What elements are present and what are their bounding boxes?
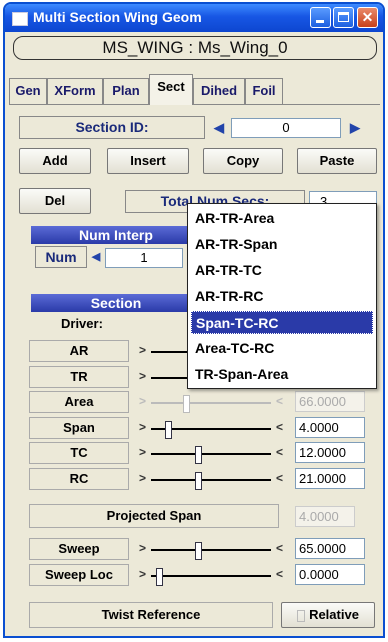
sweep-label: Sweep <box>29 538 129 560</box>
sweep-loc-slider[interactable]: > < <box>139 564 283 586</box>
driver-option-area-tc-rc[interactable]: Area-TC-RC <box>191 337 373 360</box>
twist-reference-label: Twist Reference <box>29 602 273 628</box>
tab-xform[interactable]: XForm <box>47 78 103 104</box>
right-arrow-icon: ▶ <box>350 120 360 135</box>
increase-arrow-icon[interactable]: < <box>276 420 283 434</box>
increase-arrow-icon[interactable]: < <box>276 445 283 459</box>
area-slider[interactable]: > < <box>139 391 283 413</box>
decrease-arrow-icon[interactable]: > <box>139 394 146 408</box>
increase-arrow-icon[interactable]: < <box>276 541 283 555</box>
paste-button[interactable]: Paste <box>297 148 377 174</box>
slider-thumb[interactable] <box>194 471 202 490</box>
tab-dihed[interactable]: Dihed <box>193 78 245 104</box>
rc-value-field[interactable]: 21.0000 <box>295 467 365 489</box>
driver-dropdown-menu: AR-TR-Area AR-TR-Span AR-TR-TC AR-TR-RC … <box>187 203 377 389</box>
relative-checkbox[interactable] <box>297 609 306 622</box>
insert-button[interactable]: Insert <box>107 148 189 174</box>
tc-value-field[interactable]: 12.0000 <box>295 442 365 463</box>
tab-plan[interactable]: Plan <box>103 78 149 104</box>
minimize-icon <box>316 20 324 23</box>
ar-label: AR <box>29 340 129 362</box>
increase-arrow-icon[interactable]: < <box>276 567 283 581</box>
num-interp-input[interactable]: 1 <box>105 248 183 268</box>
increase-arrow-icon[interactable]: < <box>276 394 283 408</box>
decrease-arrow-icon[interactable]: > <box>139 567 146 581</box>
decrease-arrow-icon[interactable]: > <box>139 471 146 485</box>
tab-sect[interactable]: Sect <box>149 74 193 105</box>
section-id-input[interactable]: 0 <box>231 118 341 138</box>
rc-label: RC <box>29 467 129 490</box>
copy-button[interactable]: Copy <box>203 148 283 174</box>
section-id-label: Section ID: <box>19 116 205 139</box>
slider-track <box>151 549 271 551</box>
sweep-slider[interactable]: > < <box>139 538 283 560</box>
slider-track <box>151 478 271 481</box>
delete-button[interactable]: Del <box>19 188 91 214</box>
area-value-field[interactable]: 66.0000 <box>295 391 365 412</box>
slider-track <box>151 402 271 404</box>
driver-option-ar-tr-rc[interactable]: AR-TR-RC <box>191 285 373 308</box>
minimize-button[interactable] <box>310 7 331 28</box>
sweep-loc-label: Sweep Loc <box>29 564 129 586</box>
section-header: Section <box>31 294 201 312</box>
num-label: Num <box>35 246 87 268</box>
add-button[interactable]: Add <box>19 148 91 174</box>
maximize-icon <box>338 12 349 22</box>
rc-slider[interactable]: > < <box>139 468 283 490</box>
relative-toggle[interactable]: Relative <box>281 602 375 628</box>
slider-thumb[interactable] <box>183 395 191 413</box>
driver-option-tr-span-area[interactable]: TR-Span-Area <box>191 363 373 386</box>
decrease-arrow-icon[interactable]: > <box>139 420 146 434</box>
left-arrow-icon: ◀ <box>214 120 224 135</box>
slider-thumb[interactable] <box>194 446 202 464</box>
span-label: Span <box>29 416 129 439</box>
section-prev-button[interactable]: ◀ <box>209 118 229 138</box>
decrease-arrow-icon[interactable]: > <box>139 541 146 555</box>
close-icon: ✕ <box>361 9 374 25</box>
num-decrease-button[interactable]: ◀ <box>89 248 103 266</box>
maximize-button[interactable] <box>333 7 354 28</box>
close-button[interactable]: ✕ <box>357 7 378 28</box>
span-slider[interactable]: > < <box>139 417 283 439</box>
geom-name-field[interactable]: MS_WING : Ms_Wing_0 <box>13 36 377 60</box>
slider-thumb[interactable] <box>155 568 163 586</box>
driver-option-ar-tr-area[interactable]: AR-TR-Area <box>191 207 373 230</box>
relative-label: Relative <box>309 607 359 622</box>
slider-track <box>151 453 271 455</box>
decrease-arrow-icon[interactable]: > <box>139 445 146 459</box>
num-interp-header: Num Interp <box>31 226 201 244</box>
tr-label: TR <box>29 365 129 388</box>
tc-slider[interactable]: > < <box>139 442 283 464</box>
tc-label: TC <box>29 442 129 464</box>
driver-label: Driver: <box>61 316 103 331</box>
sweep-value-field[interactable]: 65.0000 <box>295 538 365 559</box>
projected-span-value: 4.0000 <box>295 506 355 527</box>
section-next-button[interactable]: ▶ <box>345 118 365 138</box>
decrease-arrow-icon[interactable]: > <box>139 343 146 357</box>
slider-thumb[interactable] <box>164 420 172 439</box>
window-title: Multi Section Wing Geom <box>33 9 202 25</box>
decrease-arrow-icon[interactable]: > <box>139 369 146 383</box>
driver-option-span-tc-rc[interactable]: Span-TC-RC <box>191 311 373 334</box>
driver-option-ar-tr-span[interactable]: AR-TR-Span <box>191 233 373 256</box>
span-value-field[interactable]: 4.0000 <box>295 416 365 438</box>
driver-option-ar-tr-tc[interactable]: AR-TR-TC <box>191 259 373 282</box>
tab-foil[interactable]: Foil <box>245 78 283 104</box>
increase-arrow-icon[interactable]: < <box>276 471 283 485</box>
slider-track <box>151 575 271 577</box>
slider-thumb[interactable] <box>194 542 202 560</box>
app-icon <box>12 12 28 26</box>
title-bar[interactable]: Multi Section Wing Geom ✕ <box>5 4 383 32</box>
sweep-loc-value-field[interactable]: 0.0000 <box>295 564 365 585</box>
projected-span-label: Projected Span <box>29 504 279 528</box>
area-label: Area <box>29 391 129 413</box>
left-arrow-icon: ◀ <box>91 251 101 263</box>
tab-gen[interactable]: Gen <box>9 78 47 104</box>
